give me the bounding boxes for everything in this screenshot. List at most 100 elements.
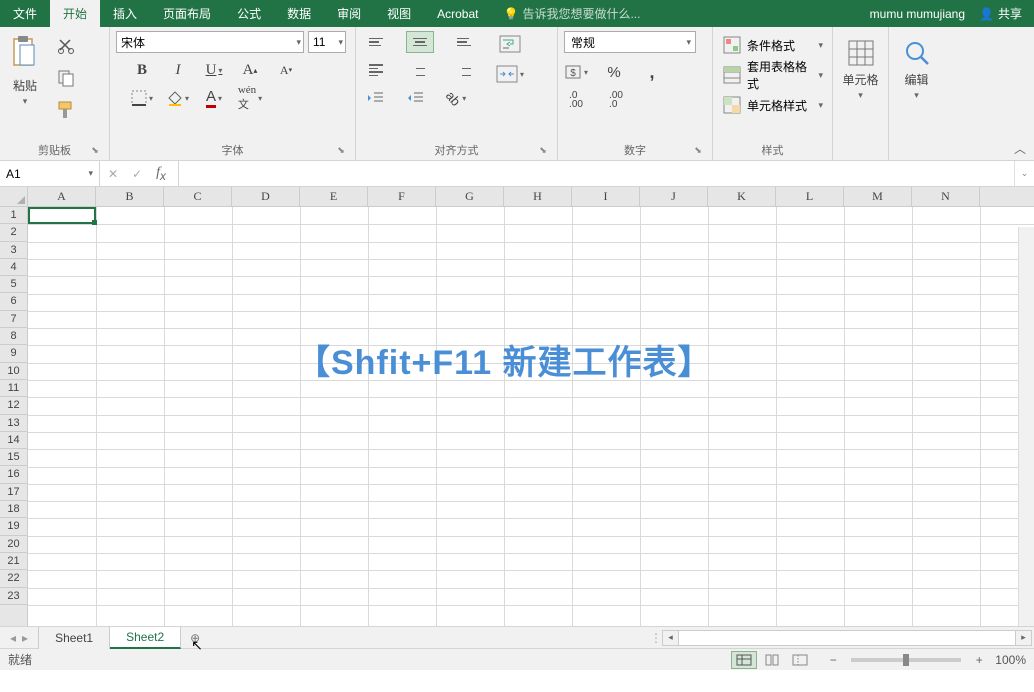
column-header[interactable]: D [232, 187, 300, 206]
cell-styles-button[interactable]: 单元格样式▾ [719, 93, 827, 117]
tab-formulas[interactable]: 公式 [224, 0, 274, 27]
editing-dropdown-icon[interactable]: ▾ [914, 90, 919, 101]
tab-review[interactable]: 审阅 [324, 0, 374, 27]
row-header[interactable]: 17 [0, 484, 27, 501]
row-header[interactable]: 23 [0, 588, 27, 605]
zoom-level[interactable]: 100% [995, 653, 1026, 667]
increase-decimal-button[interactable]: .0.00 [564, 89, 588, 111]
comma-button[interactable]: , [640, 61, 664, 83]
decrease-decimal-button[interactable]: .00.0 [604, 89, 628, 111]
font-color-button[interactable]: A▾ [202, 87, 226, 109]
name-box-dropdown-icon[interactable]: ▾ [88, 168, 93, 179]
paste-dropdown-icon[interactable]: ▾ [23, 96, 28, 107]
select-all-corner[interactable] [0, 187, 28, 206]
alignment-launcher[interactable] [537, 144, 549, 156]
row-header[interactable]: 8 [0, 328, 27, 345]
orientation-button[interactable]: ab▾ [444, 87, 468, 109]
cells-dropdown-icon[interactable]: ▾ [858, 90, 863, 101]
tab-file[interactable]: 文件 [0, 0, 50, 27]
row-header[interactable]: 2 [0, 224, 27, 241]
italic-button[interactable]: I [166, 59, 190, 81]
column-header[interactable]: L [776, 187, 844, 206]
normal-view-button[interactable] [731, 651, 757, 669]
hscroll-left-icon[interactable]: ◂ [663, 631, 679, 645]
format-painter-button[interactable] [54, 99, 78, 121]
underline-button[interactable]: U▾ [202, 59, 226, 81]
percent-button[interactable]: % [602, 61, 626, 83]
fx-icon[interactable]: fx [156, 165, 166, 183]
tab-acrobat[interactable]: Acrobat [424, 0, 491, 27]
horizontal-scrollbar[interactable]: ◂ ▸ [662, 630, 1032, 646]
align-top-button[interactable] [362, 31, 390, 53]
tab-home[interactable]: 开始 [50, 0, 100, 27]
row-header[interactable]: 10 [0, 363, 27, 380]
bold-button[interactable]: B [130, 59, 154, 81]
row-header[interactable]: 7 [0, 311, 27, 328]
clipboard-launcher[interactable] [89, 144, 101, 156]
row-header[interactable]: 15 [0, 449, 27, 466]
tab-view[interactable]: 视图 [374, 0, 424, 27]
wrap-text-button[interactable] [490, 33, 530, 55]
column-header[interactable]: K [708, 187, 776, 206]
zoom-out-button[interactable]: − [825, 653, 841, 667]
tell-me-search[interactable]: 💡 告诉我您想要做什么... [503, 0, 640, 27]
row-header[interactable]: 5 [0, 276, 27, 293]
increase-indent-button[interactable] [404, 87, 428, 109]
increase-font-button[interactable]: A▴ [238, 59, 262, 81]
cells-format-button[interactable] [845, 37, 877, 69]
zoom-slider[interactable] [851, 658, 961, 662]
zoom-in-button[interactable]: + [971, 653, 987, 667]
font-launcher[interactable] [335, 144, 347, 156]
cancel-formula-icon[interactable]: ✕ [108, 167, 118, 181]
column-header[interactable]: N [912, 187, 980, 206]
row-header[interactable]: 9 [0, 345, 27, 362]
hscroll-right-icon[interactable]: ▸ [1015, 631, 1031, 645]
collapse-ribbon-button[interactable]: ︿ [1012, 140, 1028, 156]
column-header[interactable]: B [96, 187, 164, 206]
row-header[interactable]: 21 [0, 553, 27, 570]
phonetic-button[interactable]: wén文▾ [238, 87, 262, 109]
row-header[interactable]: 4 [0, 259, 27, 276]
decrease-font-button[interactable]: A▾ [274, 59, 298, 81]
new-sheet-button[interactable]: ⊕ ↖ [181, 631, 209, 645]
paste-button[interactable] [8, 33, 42, 75]
font-size-combo[interactable]: 11▾ [308, 31, 346, 53]
column-header[interactable]: M [844, 187, 912, 206]
align-middle-button[interactable] [406, 31, 434, 53]
column-header[interactable]: C [164, 187, 232, 206]
align-right-button[interactable] [450, 59, 478, 81]
border-button[interactable]: ▾ [130, 87, 154, 109]
row-header[interactable]: 22 [0, 570, 27, 587]
cell-grid[interactable]: 【Shfit+F11 新建工作表】 [28, 207, 1034, 626]
tab-insert[interactable]: 插入 [100, 0, 150, 27]
column-header[interactable]: A [28, 187, 96, 206]
tab-data[interactable]: 数据 [274, 0, 324, 27]
accounting-format-button[interactable]: $▾ [564, 61, 588, 83]
page-break-view-button[interactable] [787, 651, 813, 669]
row-header[interactable]: 19 [0, 518, 27, 535]
number-format-combo[interactable]: 常规▾ [564, 31, 696, 53]
column-header[interactable]: I [572, 187, 640, 206]
row-header[interactable]: 3 [0, 242, 27, 259]
column-header[interactable]: E [300, 187, 368, 206]
row-header[interactable]: 16 [0, 466, 27, 483]
copy-button[interactable] [54, 67, 78, 89]
fill-color-button[interactable]: ▾ [166, 87, 190, 109]
align-left-button[interactable] [362, 59, 390, 81]
formula-input[interactable] [179, 161, 1014, 186]
column-header[interactable]: H [504, 187, 572, 206]
row-header[interactable]: 12 [0, 397, 27, 414]
user-name[interactable]: mumu mumujiang [870, 7, 965, 21]
merge-center-button[interactable]: ▾ [490, 63, 530, 85]
cut-button[interactable] [54, 35, 78, 57]
align-center-button[interactable] [406, 59, 434, 81]
column-header[interactable]: F [368, 187, 436, 206]
decrease-indent-button[interactable] [364, 87, 388, 109]
format-as-table-button[interactable]: 套用表格格式▾ [719, 63, 827, 87]
tab-scroll-right-icon[interactable]: ▸ [22, 631, 28, 645]
row-header[interactable]: 11 [0, 380, 27, 397]
font-name-combo[interactable]: 宋体▾ [116, 31, 304, 53]
number-launcher[interactable] [692, 144, 704, 156]
row-header[interactable]: 6 [0, 293, 27, 310]
share-button[interactable]: 👤 共享 [979, 5, 1022, 22]
